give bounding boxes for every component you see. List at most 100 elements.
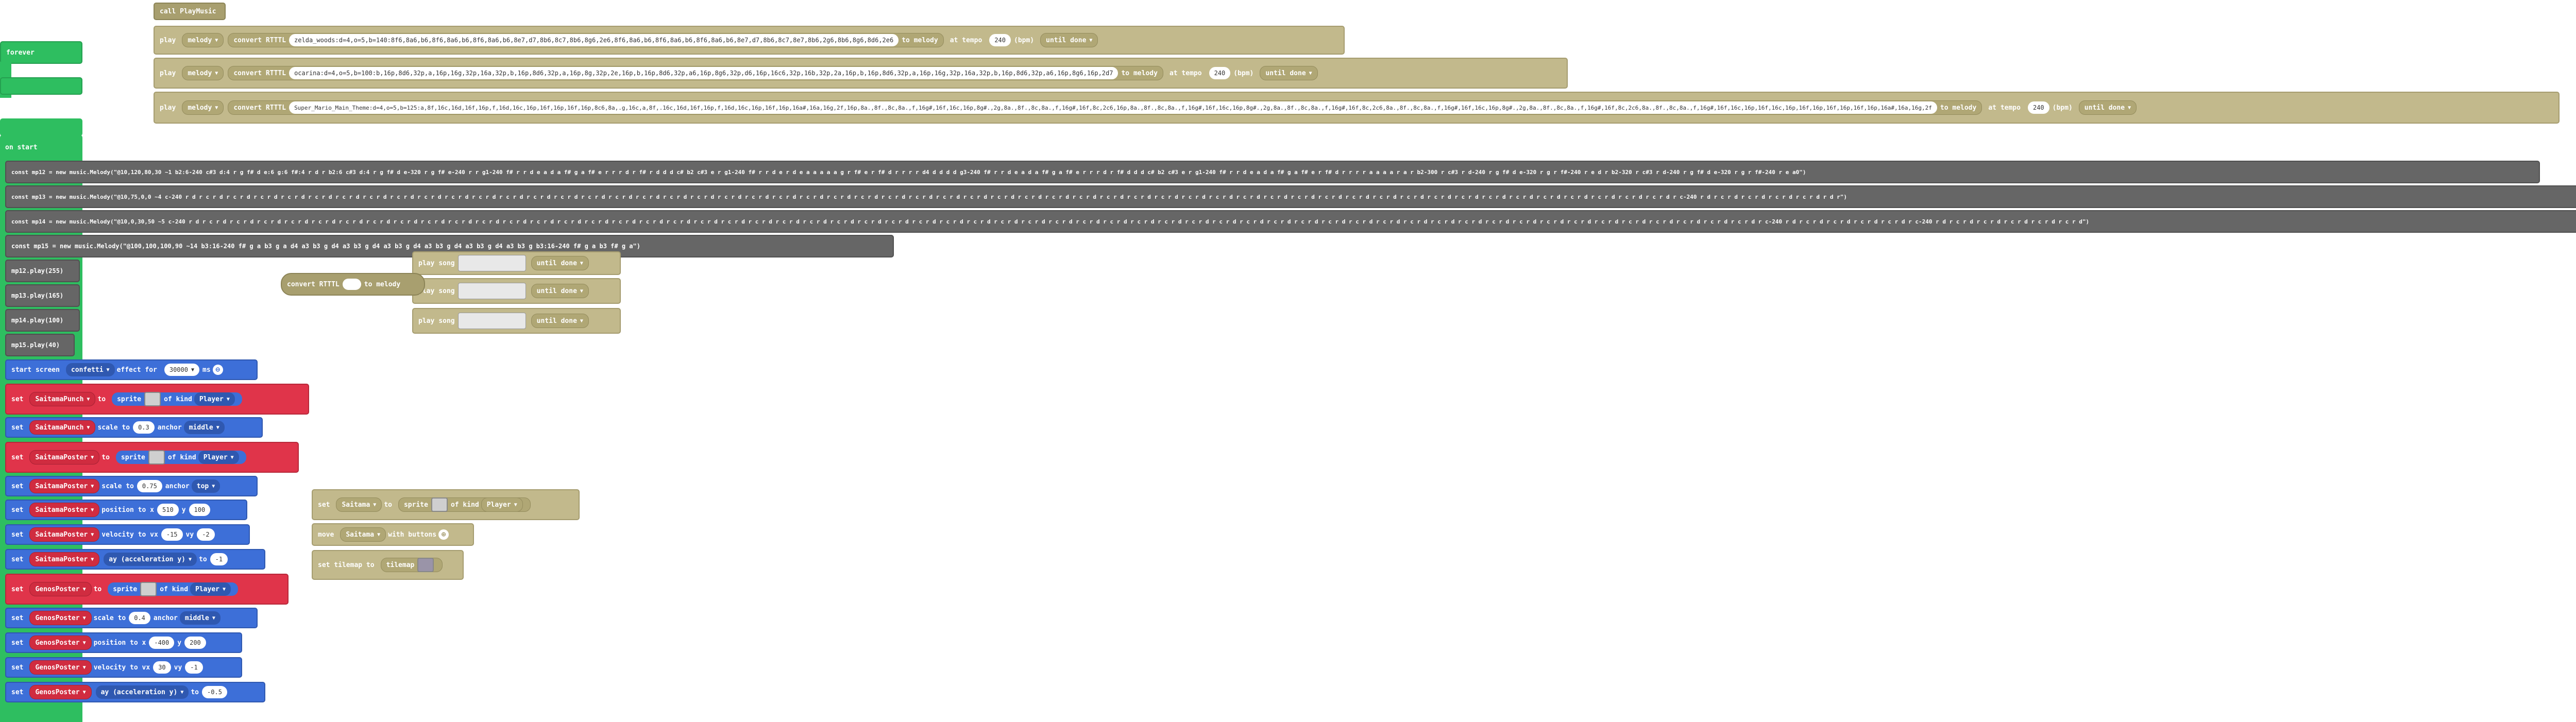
vy-input[interactable]: -1 (185, 661, 203, 674)
rtttl-input[interactable]: zelda_woods:d=4,o=5,b=140:8f6,8a6,b6,8f6… (289, 34, 899, 46)
x-input[interactable]: -400 (149, 637, 175, 649)
sprite-image-icon[interactable] (148, 450, 165, 465)
set-position-block-genosposter[interactable]: set GenosPoster ▼ position to x -400 y 20… (5, 632, 242, 653)
mp15-play-block[interactable]: mp15.play(40) (5, 334, 75, 356)
ay-input[interactable]: -0.5 (202, 686, 227, 698)
anchor-dropdown[interactable]: middle ▼ (183, 421, 225, 434)
variable-dropdown[interactable]: Saitama ▼ (340, 527, 386, 542)
song-preview-icon[interactable] (457, 283, 526, 299)
rtttl-input[interactable]: ocarina:d=4,o=5,b=100:b,16p,8d6,32p,a,16… (289, 67, 1118, 79)
until-done-dropdown[interactable]: until done ▼ (531, 284, 589, 298)
sprite-block[interactable]: sprite of kind Player ▼ (398, 497, 531, 512)
mp12-play-block[interactable]: mp12.play(255) (5, 260, 80, 282)
set-scale-block-genosposter[interactable]: set GenosPoster ▼ scale to 0.4 anchor mid… (5, 608, 258, 628)
vx-input[interactable]: 30 (153, 661, 171, 674)
y-input[interactable]: 100 (189, 504, 211, 516)
tempo-input[interactable]: 240 (989, 34, 1011, 46)
play-song-block-3[interactable]: play song until done ▼ (412, 308, 621, 334)
song-preview-icon[interactable] (457, 313, 526, 329)
set-scale-block-saitamapunch[interactable]: set SaitamaPunch ▼ scale to 0.3 anchor mi… (5, 417, 263, 438)
variable-dropdown[interactable]: SaitamaPoster ▼ (29, 527, 100, 542)
mp13-play-block[interactable]: mp13.play(165) (5, 284, 80, 307)
variable-dropdown[interactable]: SaitamaPunch ▼ (29, 392, 96, 406)
rtttl-empty-input[interactable] (342, 279, 361, 290)
property-dropdown[interactable]: ay (acceleration y) ▼ (104, 553, 197, 566)
set-saitama-sprite-block[interactable]: set Saitama ▼ to sprite of kind Player ▼ (312, 489, 580, 520)
variable-dropdown[interactable]: SaitamaPoster ▼ (29, 552, 100, 566)
melody-dropdown[interactable]: melody ▼ (182, 100, 224, 115)
scale-input[interactable]: 0.3 (133, 421, 155, 434)
variable-dropdown[interactable]: GenosPoster ▼ (29, 635, 92, 650)
scale-input[interactable]: 0.4 (129, 612, 150, 624)
set-sprite-block-saitamapunch[interactable]: set SaitamaPunch ▼ to sprite of kind Play… (5, 384, 309, 415)
effect-dropdown[interactable]: confetti ▼ (65, 363, 115, 376)
tempo-input[interactable]: 240 (2027, 101, 2049, 114)
melody-dropdown[interactable]: melody ▼ (182, 66, 224, 80)
sprite-block[interactable]: sprite of kind Player ▼ (115, 450, 246, 465)
play-song-block-1[interactable]: play song until done ▼ (412, 251, 621, 275)
plus-circle-icon[interactable]: ⊕ (438, 529, 449, 540)
const-mp12-block[interactable]: const mp12 = new music.Melody("@10,120,8… (5, 161, 2540, 183)
convert-rtttl-floating-block[interactable]: convert RTTTL to melody (281, 273, 425, 296)
anchor-dropdown[interactable]: top ▼ (191, 479, 221, 493)
variable-dropdown[interactable]: GenosPoster ▼ (29, 660, 92, 675)
set-position-block-saitamaposter[interactable]: set SaitamaPoster ▼ position to x 510 y 1… (5, 500, 247, 520)
scale-input[interactable]: 0.75 (137, 480, 162, 492)
rtttl-input[interactable]: Super_Mario_Main_Theme:d=4,o=5,b=125:a,8… (289, 101, 1937, 114)
tempo-input[interactable]: 240 (1209, 67, 1231, 79)
set-ay-block-genosposter[interactable]: set GenosPoster ▼ ay (acceleration y) ▼ to… (5, 682, 265, 702)
const-mp14-block[interactable]: const mp14 = new music.Melody("@10,0,30,… (5, 210, 2576, 233)
variable-dropdown[interactable]: Saitama ▼ (336, 497, 382, 512)
convert-rtttl-block[interactable]: convert RTTTL ocarina:d=4,o=5,b=100:b,16… (228, 66, 1163, 80)
until-done-dropdown[interactable]: until done ▼ (531, 256, 589, 270)
kind-dropdown[interactable]: Player ▼ (194, 392, 235, 406)
convert-rtttl-block[interactable]: convert RTTTL Super_Mario_Main_Theme:d=4… (228, 100, 1982, 115)
until-done-dropdown[interactable]: until done ▼ (1040, 33, 1098, 47)
kind-dropdown[interactable]: Player ▼ (481, 497, 523, 512)
convert-rtttl-block[interactable]: convert RTTTL zelda_woods:d=4,o=5,b=140:… (228, 33, 944, 47)
melody-dropdown[interactable]: melody ▼ (182, 33, 224, 47)
set-velocity-block-saitamaposter[interactable]: set SaitamaPoster ▼ velocity to vx -15 vy… (5, 524, 250, 545)
const-mp13-block[interactable]: const mp13 = new music.Melody("@10,75,0,… (5, 185, 2576, 208)
variable-dropdown[interactable]: GenosPoster ▼ (29, 611, 92, 625)
kind-dropdown[interactable]: Player ▼ (198, 451, 239, 464)
vy-input[interactable]: -2 (197, 528, 215, 541)
play-melody-block-1[interactable]: play melody ▼ convert RTTTL zelda_woods:d… (154, 26, 1345, 55)
play-melody-block-3[interactable]: play melody ▼ convert RTTTL Super_Mario_M… (154, 92, 2560, 124)
set-scale-block-saitamaposter[interactable]: set SaitamaPoster ▼ scale to 0.75 anchor … (5, 476, 258, 496)
call-playmusic-block[interactable]: call PlayMusic (154, 3, 226, 20)
start-screen-effect-block[interactable]: start screen confetti ▼ effect for 30000 ▼… (5, 359, 258, 380)
set-sprite-block-saitamaposter[interactable]: set SaitamaPoster ▼ to sprite of kind Pla… (5, 442, 299, 473)
until-done-dropdown[interactable]: until done ▼ (2078, 100, 2137, 115)
play-song-block-2[interactable]: play song until done ▼ (412, 278, 621, 304)
tilemap-block[interactable]: tilemap (380, 558, 443, 572)
move-with-buttons-block[interactable]: move Saitama ▼ with buttons ⊕ (312, 523, 474, 546)
set-ay-block-saitamaposter[interactable]: set SaitamaPoster ▼ ay (acceleration y) ▼ … (5, 549, 265, 570)
sprite-block[interactable]: sprite of kind Player ▼ (112, 392, 242, 406)
sprite-image-icon[interactable] (140, 582, 157, 596)
sprite-image-icon[interactable] (144, 392, 161, 406)
set-velocity-block-genosposter[interactable]: set GenosPoster ▼ velocity to vx 30 vy -1 (5, 657, 242, 678)
sprite-image-icon[interactable] (431, 497, 448, 512)
until-done-dropdown[interactable]: until done ▼ (1260, 66, 1318, 80)
song-preview-icon[interactable] (457, 255, 526, 271)
ms-input[interactable]: 30000 ▼ (164, 364, 200, 376)
mp14-play-block[interactable]: mp14.play(100) (5, 309, 80, 332)
play-melody-block-2[interactable]: play melody ▼ convert RTTTL ocarina:d=4,o… (154, 58, 1568, 89)
forever-header[interactable]: forever (0, 41, 82, 64)
variable-dropdown[interactable]: GenosPoster ▼ (29, 582, 92, 596)
minus-circle-icon[interactable]: ⊖ (212, 365, 223, 375)
ay-input[interactable]: -1 (210, 553, 228, 565)
tilemap-image-icon[interactable] (417, 558, 434, 572)
sprite-block[interactable]: sprite of kind Player ▼ (108, 582, 239, 596)
anchor-dropdown[interactable]: middle ▼ (179, 611, 221, 625)
variable-dropdown[interactable]: SaitamaPunch ▼ (29, 420, 96, 435)
property-dropdown[interactable]: ay (acceleration y) ▼ (95, 685, 189, 699)
variable-dropdown[interactable]: SaitamaPoster ▼ (29, 450, 100, 465)
kind-dropdown[interactable]: Player ▼ (190, 582, 231, 596)
until-done-dropdown[interactable]: until done ▼ (531, 314, 589, 328)
variable-dropdown[interactable]: SaitamaPoster ▼ (29, 479, 100, 493)
vx-input[interactable]: -15 (161, 528, 183, 541)
variable-dropdown[interactable]: SaitamaPoster ▼ (29, 503, 100, 517)
x-input[interactable]: 510 (157, 504, 179, 516)
